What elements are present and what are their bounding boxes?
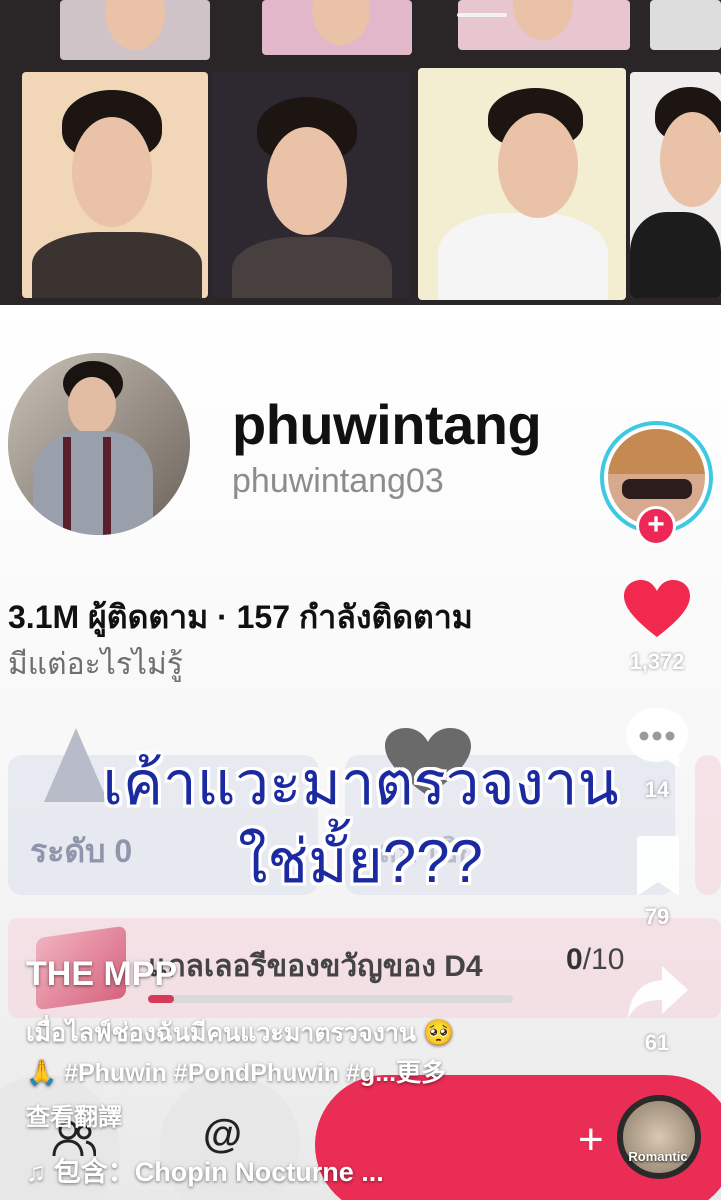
gift-gallery-title: แกลเลอรีของขวัญของ D4 <box>148 950 483 983</box>
follow-plus-button[interactable]: + <box>636 506 676 546</box>
music-title[interactable]: ♫ 包含：Chopin Nocturne ... <box>26 1150 384 1189</box>
profile-bio: มีแต่อะไรไม่รู้ <box>8 648 183 681</box>
video-caption-overlay: เค้าแวะมาตรวจงาน ใช่มั้ย??? <box>0 745 721 901</box>
profile-display-name: phuwintang <box>232 393 542 456</box>
music-disc-label: Romantic <box>628 1149 688 1164</box>
post-author[interactable]: THE MPP <box>26 955 177 994</box>
heart-icon[interactable] <box>624 580 690 638</box>
sunglasses-detail <box>622 479 692 499</box>
comment-count: 14 <box>644 777 670 802</box>
bookmark-icon[interactable] <box>633 836 683 898</box>
plus-icon: + <box>647 508 665 541</box>
post-description-line-1: เมื่อไลฟ์ช่องฉันมีคนแวะมาตรวจงาน 🥺 <box>26 1019 455 1047</box>
gift-progress-fill <box>148 995 174 1003</box>
profile-handle: phuwintang03 <box>232 462 444 500</box>
photo-card <box>262 0 412 55</box>
bookmark-count: 79 <box>644 904 670 929</box>
gift-gallery-count: 0/10 <box>566 943 625 976</box>
share-count: 61 <box>644 1030 670 1055</box>
music-disc[interactable] <box>617 1095 701 1179</box>
photo-card <box>630 72 721 298</box>
photo-card <box>22 72 208 298</box>
photo-card <box>418 68 626 300</box>
photo-card <box>458 0 630 50</box>
drag-indicator <box>457 13 507 17</box>
post-description-line-2[interactable]: 🙏 #Phuwin #PondPhuwin #g...更多 <box>26 1053 446 1089</box>
follower-stats[interactable]: 3.1M ผู้ติดตาม · 157 กำลังติดตาม <box>8 592 473 643</box>
caption-line-2: ใช่มั้ย??? <box>238 828 483 895</box>
photo-card <box>60 0 210 60</box>
plus-icon: + <box>578 1115 604 1164</box>
photo-card <box>650 0 721 50</box>
like-count: 1,372 <box>629 649 685 674</box>
see-translation-link[interactable]: 查看翻譯 <box>26 1097 122 1132</box>
photo-card <box>212 72 410 298</box>
video-background-photos <box>0 0 721 305</box>
share-icon[interactable] <box>626 964 690 1020</box>
profile-avatar[interactable] <box>8 353 190 535</box>
comment-icon[interactable] <box>624 706 690 770</box>
gift-progress-track <box>148 995 513 1003</box>
